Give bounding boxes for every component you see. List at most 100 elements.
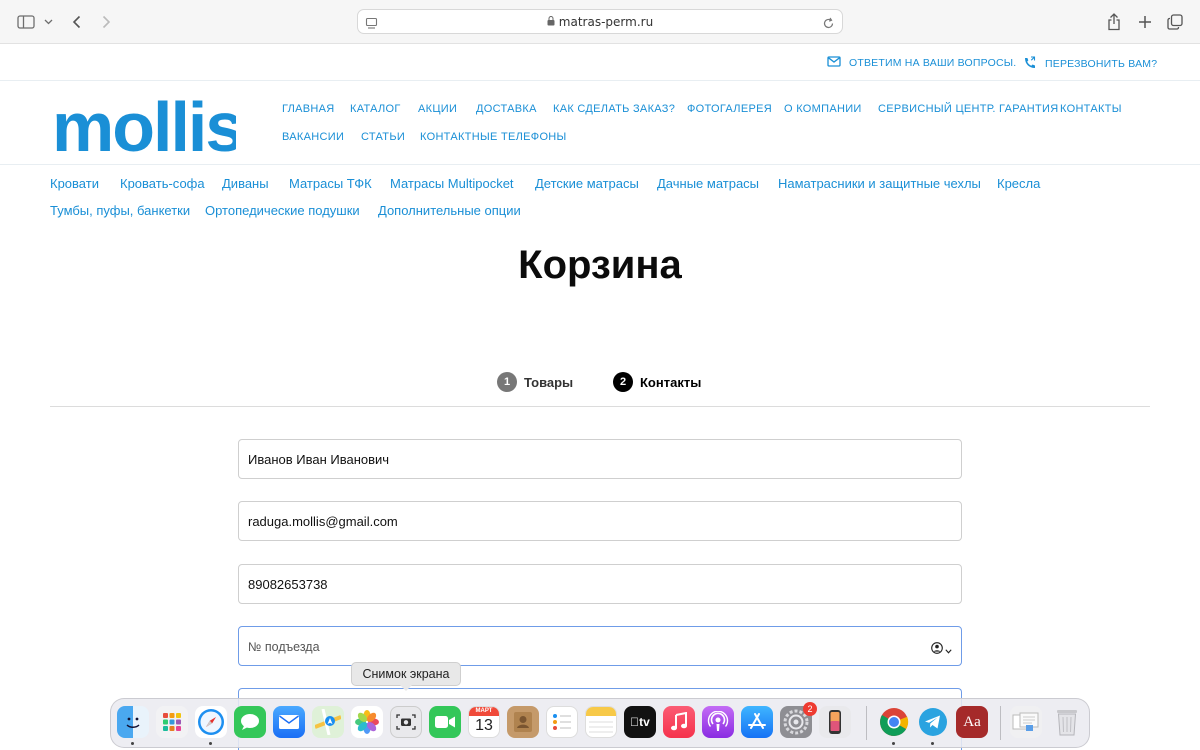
podcasts-icon[interactable] [702,706,734,738]
back-icon[interactable] [68,11,84,33]
notification-badge: 2 [803,702,817,716]
email-field[interactable]: raduga.mollis@gmail.com [238,501,962,541]
url-text: matras-perm.ru [558,15,654,29]
sidebar-icon[interactable] [16,11,36,33]
category-link[interactable]: Дополнительные опции [378,203,521,218]
nav-how-to-order[interactable]: КАК СДЕЛАТЬ ЗАКАЗ? [553,103,675,115]
phone-field[interactable]: 89082653738 [238,564,962,604]
nav-contacts[interactable]: КОНТАКТЫ [1060,103,1122,115]
mail-icon [827,56,841,70]
logo-text: mollis [52,88,236,155]
nav-contact-phones[interactable]: КОНТАКТНЫЕ ТЕЛЕФОНЫ [420,131,567,143]
dictionary-icon[interactable]: Aa [956,706,988,738]
tv-icon-label:  [630,715,639,729]
category-link[interactable]: Матрасы Multipocket [390,176,514,191]
category-link[interactable]: Матрасы ТФК [289,176,372,191]
nav-delivery[interactable]: ДОСТАВКА [476,103,537,115]
photos-icon[interactable] [351,706,383,738]
autofill-contact-button[interactable] [931,639,952,658]
address-bar[interactable]: matras-perm.ru [357,9,843,34]
category-link[interactable]: Детские матрасы [535,176,639,191]
launchpad-icon[interactable] [156,706,188,738]
nav-promotions[interactable]: АКЦИИ [418,103,457,115]
reload-icon[interactable] [822,15,835,34]
nav-about[interactable]: О КОМПАНИИ [784,103,862,115]
category-link[interactable]: Дачные матрасы [657,176,759,191]
calendar-day: 13 [475,717,493,734]
tv-icon[interactable]: tv [624,706,656,738]
maps-icon[interactable] [312,706,344,738]
messages-icon[interactable] [234,706,266,738]
nav-photo-gallery[interactable]: ФОТОГАЛЕРЕЯ [687,103,772,115]
iphone-mirroring-icon[interactable] [819,706,851,738]
nav-service-center[interactable]: СЕРВИСНЫЙ ЦЕНТР. ГАРАНТИЯ [878,103,1058,115]
notes-icon[interactable] [585,706,617,738]
app-store-icon[interactable] [741,706,773,738]
questions-link-label: ОТВЕТИМ НА ВАШИ ВОПРОСЫ. [849,57,1017,69]
category-link[interactable]: Кровать-софа [120,176,205,191]
name-field[interactable]: Иванов Иван Иванович [238,439,962,479]
dock-tooltip: Снимок экрана [351,662,461,691]
browser-toolbar: matras-perm.ru [0,0,1200,44]
forward-icon[interactable] [98,11,114,33]
calendar-month: МАРТ [469,707,499,716]
contacts-icon[interactable] [507,706,539,738]
finder-icon[interactable] [117,706,149,738]
contact-card-icon [931,639,943,658]
facetime-icon[interactable] [429,706,461,738]
running-indicator [209,742,212,745]
mail-app-icon[interactable] [273,706,305,738]
new-tab-icon[interactable] [1137,11,1153,33]
name-field-value: Иванов Иван Иванович [248,452,390,467]
dock: МАРТ 13 tv 2 Aa [110,698,1090,748]
category-link[interactable]: Кровати [50,176,99,191]
nav-articles[interactable]: СТАТЬИ [361,131,405,143]
step-number: 1 [497,372,517,392]
nav-home[interactable]: ГЛАВНАЯ [282,103,335,115]
callback-link[interactable]: ПЕРЕЗВОНИТЬ ВАМ? [1023,56,1157,72]
preview-icon[interactable] [1010,706,1042,738]
step-number: 2 [613,372,633,392]
trash-icon[interactable] [1051,706,1083,738]
callback-link-label: ПЕРЕЗВОНИТЬ ВАМ? [1045,58,1158,70]
questions-link[interactable]: ОТВЕТИМ НА ВАШИ ВОПРОСЫ. [827,56,1016,70]
category-link[interactable]: Ортопедические подушки [205,203,360,218]
screenshot-icon[interactable] [390,706,422,738]
steps-divider [50,406,1150,407]
top-contact-strip: ОТВЕТИМ НА ВАШИ ВОПРОСЫ. ПЕРЕЗВОНИТЬ ВАМ… [0,44,1200,81]
share-icon[interactable] [1106,11,1122,33]
site-header: mollis ГЛАВНАЯ КАТАЛОГ АКЦИИ ДОСТАВКА КА… [0,81,1200,166]
reminders-icon[interactable] [546,706,578,738]
entrance-field-placeholder: № подъезда [248,640,320,654]
running-indicator [131,742,134,745]
tabs-overview-icon[interactable] [1166,11,1184,33]
step-label: Контакты [640,374,702,390]
entrance-field[interactable]: № подъезда [238,626,962,666]
chevron-down-icon[interactable] [42,11,54,33]
category-navigation: Кровати Кровать-софа Диваны Матрасы ТФК … [0,165,1200,227]
step-contacts[interactable]: 2 Контакты [613,372,701,392]
dictionary-label: Aa [963,713,981,730]
page-title: Корзина [518,243,682,287]
tv-label: tv [634,715,650,729]
music-icon[interactable] [663,706,695,738]
category-link[interactable]: Кресла [997,176,1040,191]
chevron-down-icon [945,639,952,658]
running-indicator [892,742,895,745]
nav-vacancies[interactable]: ВАКАНСИИ [282,131,344,143]
lock-icon [547,15,555,29]
telegram-icon[interactable] [917,706,949,738]
calendar-icon[interactable]: МАРТ 13 [468,706,500,738]
chrome-icon[interactable] [878,706,910,738]
running-indicator [931,742,934,745]
phone-field-value: 89082653738 [248,577,328,592]
dock-separator [1000,706,1001,740]
safari-icon[interactable] [195,706,227,738]
category-link[interactable]: Тумбы, пуфы, банкетки [50,203,190,218]
step-products[interactable]: 1 Товары [497,372,573,392]
category-link[interactable]: Наматрасники и защитные чехлы [778,176,981,191]
nav-catalog[interactable]: КАТАЛОГ [350,103,401,115]
mollis-logo[interactable]: mollis [52,87,244,166]
step-label: Товары [524,374,574,390]
category-link[interactable]: Диваны [222,176,269,191]
